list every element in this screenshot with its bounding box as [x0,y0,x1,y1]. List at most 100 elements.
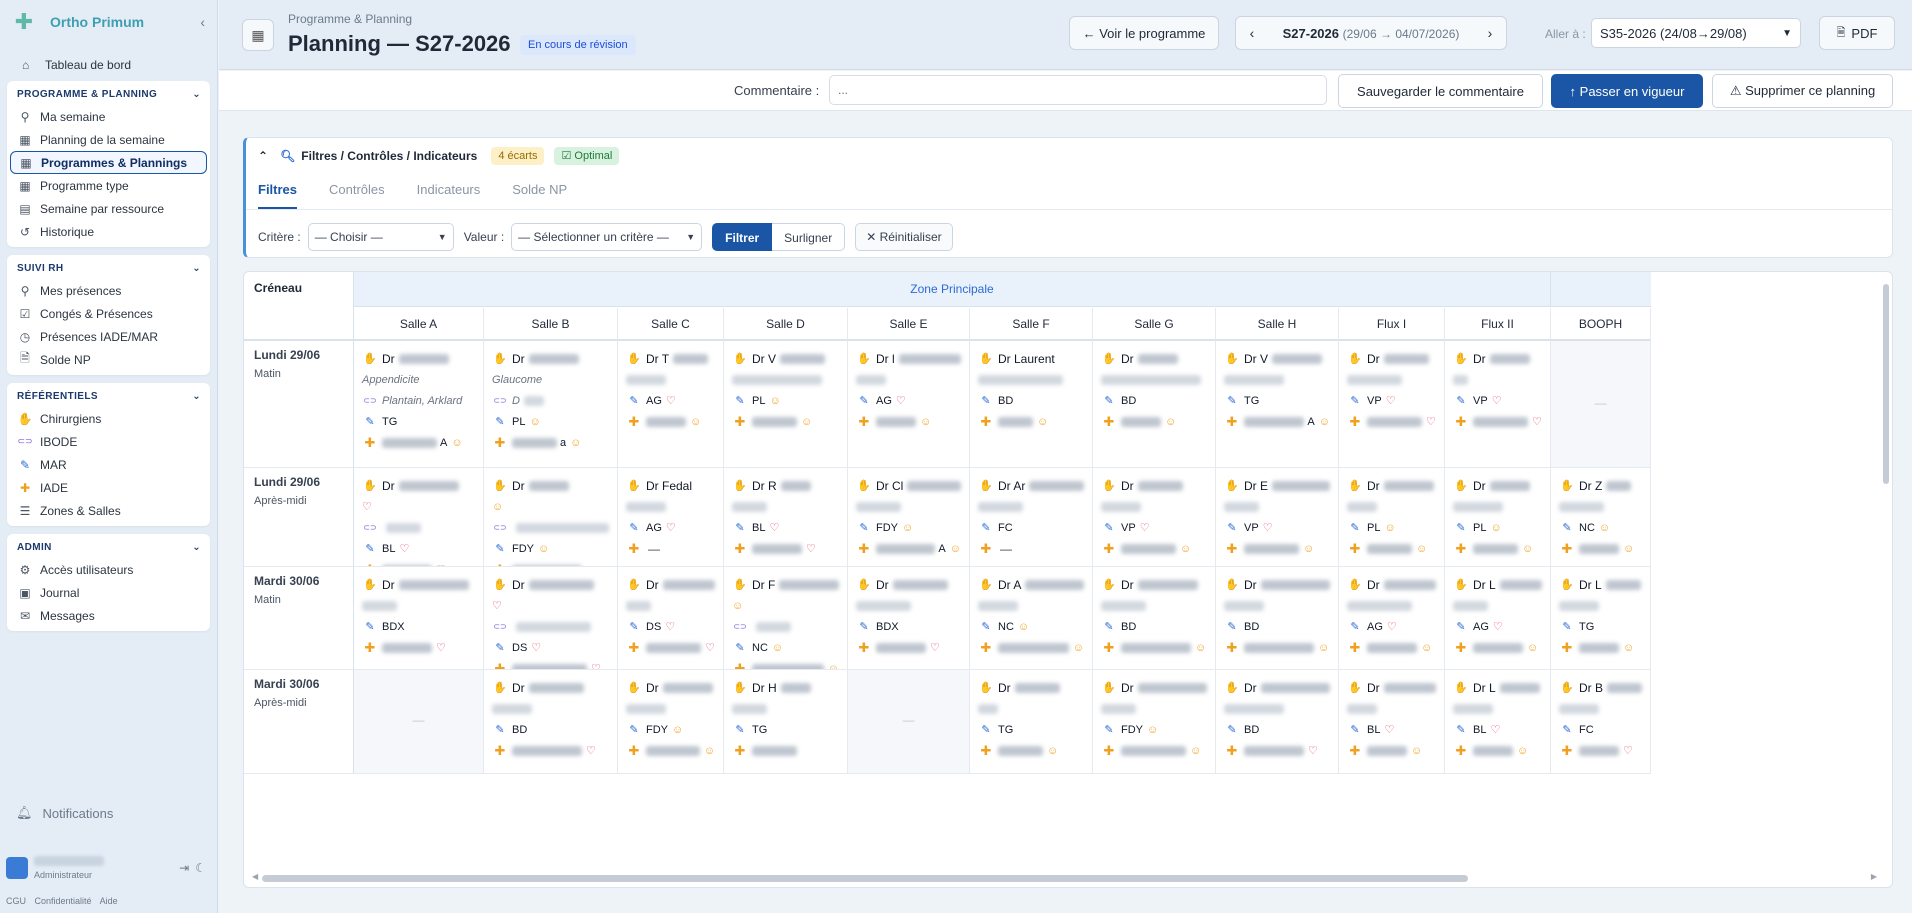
planning-cell[interactable]: ✋ Dr ✎ BDX ✚ ♡ [848,567,970,670]
reset-button[interactable]: ✕ Réinitialiser [855,223,953,251]
planning-cell[interactable]: ✋ Dr ✎ TG ✚ ☺ [970,670,1093,774]
sidebar-item-chirurgiens[interactable]: ✋ Chirurgiens [7,407,210,430]
sidebar-item-mes-pr-sences[interactable]: ⚲ Mes présences [7,279,210,302]
planning-cell[interactable]: ✋ Dr Laurent ✎ BD ✚ ☺ [970,341,1093,468]
view-program-button[interactable]: ← Voir le programme [1069,16,1219,50]
highlight-button[interactable]: Surligner [772,223,846,251]
value-select[interactable]: — Sélectionner un critère — ▼ [511,223,703,251]
link-help[interactable]: Aide [100,896,118,906]
planning-cell[interactable]: ✋ Dr B ✎ FC ✚ ♡ [1551,670,1651,774]
planning-cell[interactable]: ✋ Dr V ✎ PL ☺ ✚ ☺ [724,341,848,468]
sidebar-item-semaine-par-ressource[interactable]: ▤ Semaine par ressource [7,197,210,220]
planning-cell[interactable]: ✋ Dr F ☺ ⊂⊃ ✎ NC ☺ ✚ ☺ [724,567,848,670]
planning-cell[interactable]: — [848,670,970,774]
sidebar-section-header[interactable]: SUIVI RH ⌄ [7,257,210,279]
planning-cell[interactable]: ✋ Dr L ✎ BL ♡ ✚ ☺ [1445,670,1551,774]
planning-cell[interactable]: ✋ Dr ✎ BD ✚ ☺ [1216,567,1339,670]
planning-cell[interactable]: ✋ Dr ✎ FDY ☺ ✚ ☺ [618,670,724,774]
chevron-left-icon[interactable]: ‹ [200,14,205,30]
sidebar-section-header[interactable]: RÉFÉRENTIELS ⌄ [7,385,210,407]
sidebar-item-journal[interactable]: ▣ Journal [7,581,210,604]
planning-cell[interactable]: ✋ Dr ✎ VP ♡ ✚ ♡ [1445,341,1551,468]
tab-solde-np[interactable]: Solde NP [512,181,567,209]
link-privacy[interactable]: Confidentialité [35,896,92,906]
planning-cell[interactable]: ✋ Dr V ✎ TG ✚ A ☺ [1216,341,1339,468]
planning-cell[interactable]: ✋ Dr Glaucome ⊂⊃ D ✎ PL ☺ ✚ a ☺ [484,341,618,468]
planning-cell[interactable]: ✋ Dr H ✎ TG ✚ [724,670,848,774]
planning-cell[interactable]: — [1551,341,1651,468]
vertical-scrollbar[interactable] [1882,274,1890,872]
planning-cell[interactable]: ✋ Dr Fedal ✎ AG ♡ ✚ — [618,468,724,567]
planning-cell[interactable]: ✋ Dr ✎ BDX ✚ ♡ [354,567,484,670]
chevron-right-icon[interactable]: › [1474,25,1506,41]
notifications-button[interactable]: 🔔︎ Notifications [16,805,113,821]
sidebar-item-messages[interactable]: ✉ Messages [7,604,210,627]
cell-line: ✋ Dr [978,677,1084,698]
planning-cell[interactable]: ✋ Dr ✎ BL ♡ ✚ ☺ [1339,670,1445,774]
calendar-icon[interactable]: ▦ [242,19,274,51]
filter-button[interactable]: Filtrer [712,223,773,251]
avatar[interactable] [6,857,28,879]
planning-cell[interactable]: ✋ Dr ✎ BD ✚ ♡ [484,670,618,774]
tab-indicateurs[interactable]: Indicateurs [417,181,481,209]
sidebar-item-planning-de-la-semaine[interactable]: ▦ Planning de la semaine [7,128,210,151]
planning-cell[interactable]: ✋ Dr ✎ PL ☺ ✚ ☺ [1445,468,1551,567]
planning-cell[interactable]: ✋ Dr ✎ FDY ☺ ✚ ☺ [1093,670,1216,774]
planning-cell[interactable]: ✋ Dr Appendicite ⊂⊃ Plantain, Arklard ✎ TG ✚ A ☺ [354,341,484,468]
sidebar-item-ma-semaine[interactable]: ⚲ Ma semaine [7,105,210,128]
sidebar-item-solde-np[interactable]: 🗎 Solde NP [7,348,210,371]
sidebar-item-ibode[interactable]: ⊂⊃ IBODE [7,430,210,453]
save-comment-button[interactable]: Sauvegarder le commentaire [1338,74,1543,108]
sidebar-item-programme-type[interactable]: ▦ Programme type [7,174,210,197]
delete-planning-button[interactable]: ⚠ Supprimer ce planning [1712,74,1893,108]
horizontal-scrollbar[interactable]: ◀ ▶ [252,872,1877,882]
sidebar-item-zones-salles[interactable]: ☰ Zones & Salles [7,499,210,522]
planning-cell[interactable]: ✋ Dr ✎ BD ✚ ☺ [1093,567,1216,670]
planning-cell[interactable]: ✋ Dr ☺ ⊂⊃ ✎ FDY ☺ ✚☺ [484,468,618,567]
tab-controles[interactable]: Contrôles [329,181,385,209]
planning-cell[interactable]: ✋ Dr R ✎ BL ♡ ✚ ♡ [724,468,848,567]
planning-cell[interactable]: ✋ Dr ✎ AG ♡ ✚ ☺ [1339,567,1445,670]
tab-filtres[interactable]: Filtres [258,181,298,209]
sidebar-item-cong-s-pr-sences[interactable]: ☑ Congés & Présences [7,302,210,325]
sidebar-item-pr-sences-iade-mar[interactable]: ◷ Présences IADE/MAR [7,325,210,348]
breadcrumb[interactable]: Programme & Planning [288,12,412,26]
planning-cell[interactable]: ✋ Dr L ✎ AG ♡ ✚ ☺ [1445,567,1551,670]
sidebar-item-mar[interactable]: ✎ MAR [7,453,210,476]
planning-cell[interactable]: ✋ Dr Cl ✎ FDY ☺ ✚ A ☺ [848,468,970,567]
sidebar-section-header[interactable]: PROGRAMME & PLANNING ⌄ [7,83,210,105]
sidebar-item-iade[interactable]: ✚ IADE [7,476,210,499]
pdf-button[interactable]: 🗎 PDF [1819,16,1895,50]
planning-cell[interactable]: ✋ Dr Ar ✎ FC ✚ — [970,468,1093,567]
sidebar-item-dashboard[interactable]: ⌂ Tableau de bord [0,53,217,77]
planning-cell[interactable]: ✋ Dr A ✎ NC ☺ ✚ ☺ [970,567,1093,670]
planning-cell[interactable]: ✋ Dr ✎ BD ✚ ♡ [1216,670,1339,774]
criterion-select[interactable]: — Choisir — ▼ [307,223,454,251]
goto-week-select[interactable]: S35-2026 (24/08→29/08) ▼ [1591,18,1801,48]
planning-cell[interactable]: ✋ Dr T ✎ AG ♡ ✚ ☺ [618,341,724,468]
planning-cell[interactable]: ✋Dr♡⊂⊃✎BL♡✚♡ [354,468,484,567]
planning-cell[interactable]: ✋ Dr E ✎ VP ♡ ✚ ☺ [1216,468,1339,567]
planning-cell[interactable]: ✋ Dr ✎ PL ☺ ✚ ☺ [1339,468,1445,567]
sidebar-section-header[interactable]: ADMIN ⌄ [7,536,210,558]
chevron-up-icon[interactable]: ⌃ [258,149,268,163]
comment-input[interactable]: ... [829,75,1327,105]
smile-icon: ☺ [1416,542,1428,555]
planning-cell[interactable]: ✋ Dr l ✎ AG ♡ ✚ ☺ [848,341,970,468]
chevron-left-icon[interactable]: ‹ [1236,25,1268,41]
planning-cell[interactable]: ✋ Dr ✎ DS ♡ ✚ ♡ [618,567,724,670]
sidebar-item-programmes-plannings[interactable]: ▦ Programmes & Plannings [10,151,207,174]
planning-cell[interactable]: — [354,670,484,774]
planning-cell[interactable]: ✋ Dr ♡ ⊂⊃ ✎ DS ♡ ✚ ♡ [484,567,618,670]
planning-cell[interactable]: ✋ Dr ✎ BD ✚ ☺ [1093,341,1216,468]
logout-icon[interactable]: ⇥ [179,861,195,875]
sidebar-item-historique[interactable]: ↺ Historique [7,220,210,243]
link-cgu[interactable]: CGU [6,896,26,906]
planning-cell[interactable]: ✋ Dr ✎ VP ♡ ✚ ♡ [1339,341,1445,468]
planning-cell[interactable]: ✋ Dr L ✎ TG ✚ ☺ [1551,567,1651,670]
planning-cell[interactable]: ✋ Dr Z ✎ NC ☺ ✚ ☺ [1551,468,1651,567]
activate-planning-button[interactable]: ↑ Passer en vigueur [1551,74,1703,108]
sidebar-item-acc-s-utilisateurs[interactable]: ⚙ Accès utilisateurs [7,558,210,581]
moon-icon[interactable]: ☾ [195,861,212,875]
planning-cell[interactable]: ✋ Dr ✎ VP ♡ ✚ ☺ [1093,468,1216,567]
